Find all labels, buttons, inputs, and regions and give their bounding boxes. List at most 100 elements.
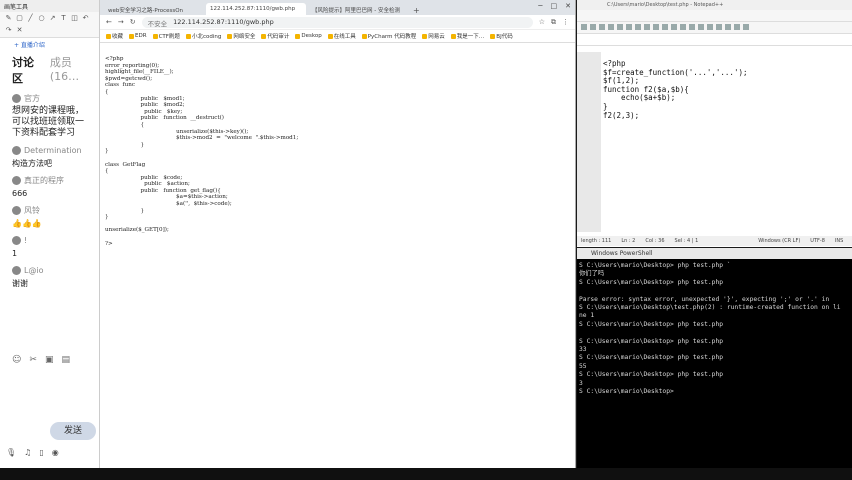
maximize-icon[interactable]: □ <box>551 2 558 10</box>
redo-icon[interactable] <box>671 24 677 30</box>
add-intro-link[interactable]: + 直播介绍 <box>0 38 99 50</box>
forward-icon[interactable]: → <box>118 18 124 26</box>
browser-tab[interactable]: 【风险提示】阿里巴巴网 - 安全检测 <box>308 3 408 15</box>
php-source-view: <?php error_reporting(0); highlight_file… <box>105 56 299 247</box>
new-tab-icon[interactable]: + <box>410 6 423 15</box>
file-icon[interactable]: ▤ <box>61 355 70 365</box>
insecure-label: 不安全 <box>147 19 168 28</box>
status-line: Ln : 2 <box>621 238 636 244</box>
tab-members[interactable]: 成员(16… <box>50 54 87 86</box>
bookmark-item[interactable]: 网络安全 <box>227 31 255 41</box>
open-file-icon[interactable] <box>590 24 596 30</box>
replace-icon[interactable] <box>689 24 695 30</box>
redo-icon[interactable]: ↷ <box>4 26 13 35</box>
notepad-window: C:\Users\mario\Desktop\test.php - Notepa… <box>577 0 852 247</box>
line-icon[interactable]: ╱ <box>26 14 35 23</box>
bookmark-item[interactable]: BJ代码 <box>490 31 513 41</box>
notepad-titlebar: C:\Users\mario\Desktop\test.php - Notepa… <box>577 0 852 10</box>
bookmark-item[interactable]: EDR <box>129 31 147 41</box>
send-button[interactable]: 发送 <box>50 422 96 440</box>
pen-icon[interactable]: ✎ <box>4 14 13 23</box>
powershell-titlebar: Windows PowerShell <box>577 248 852 259</box>
avatar <box>12 206 21 215</box>
save-all-icon[interactable] <box>608 24 614 30</box>
play-icon[interactable] <box>743 24 749 30</box>
chat-panel: 画笔工具 ✎ ▢ ╱ ○ ↗ T ◫ ↶ ↷ ✕ + 直播介绍 讨论区 成员(1… <box>0 0 100 468</box>
bookmark-item[interactable]: CTF刷题 <box>152 31 180 41</box>
extensions-icon[interactable]: ⧉ <box>551 18 556 27</box>
tab-discussion[interactable]: 讨论区 <box>12 54 36 86</box>
close-file-icon[interactable] <box>617 24 623 30</box>
copy-icon[interactable] <box>644 24 650 30</box>
status-sel: Sel : 4 | 1 <box>674 238 699 244</box>
text-icon[interactable]: T <box>59 14 68 23</box>
select-icon[interactable]: ▢ <box>15 14 24 23</box>
bookmark-item[interactable]: 网易云 <box>422 31 445 41</box>
address-bar[interactable]: 不安全 122.114.252.87:1110/gwb.php <box>141 16 533 28</box>
message-author: L@io <box>24 266 44 275</box>
bookmark-item[interactable]: 收藏 <box>106 31 123 41</box>
bookmark-item[interactable]: Deskop <box>295 31 322 41</box>
bookmark-item[interactable]: 在线工具 <box>327 31 356 41</box>
message-author: 风铃 <box>24 206 40 215</box>
line-gutter <box>577 52 601 232</box>
star-icon[interactable]: ☆ <box>539 18 545 26</box>
terminal-output: S C:\Users\mario\Desktop> php test.php `… <box>579 262 841 396</box>
menu-icon[interactable]: ⋮ <box>562 18 569 26</box>
notepad-filetab <box>577 34 852 46</box>
browser-tab[interactable]: web安全学习之路-ProcessOn <box>104 3 204 15</box>
undo-icon[interactable] <box>662 24 668 30</box>
arrow-icon[interactable]: ↗ <box>48 14 57 23</box>
eraser-icon[interactable]: ◫ <box>70 14 79 23</box>
record-icon[interactable] <box>734 24 740 30</box>
wrap-icon[interactable] <box>716 24 722 30</box>
chat-message: Determination 构造方法吧 <box>0 142 99 172</box>
scissors-icon[interactable]: ✂ <box>29 355 37 365</box>
notepad-statusbar: length : 111 Ln : 2 Col : 36 Sel : 4 | 1… <box>577 236 852 246</box>
paste-icon[interactable] <box>653 24 659 30</box>
message-text: 👍👍👍 <box>12 219 42 228</box>
message-text: 想网安的课程哦，可以找班班领取一下资料配套学习 <box>12 106 85 138</box>
zoom-in-icon[interactable] <box>698 24 704 30</box>
music-icon[interactable]: ♫ <box>24 448 31 457</box>
message-author: Determination <box>24 146 82 155</box>
emoji-icon[interactable]: ☺ <box>12 355 21 365</box>
bookmark-item[interactable]: 小北coding <box>185 31 221 41</box>
chat-message: 想网安的课程哦，可以找班班领取一下资料配套学习 <box>0 103 99 142</box>
image-icon[interactable]: ▣ <box>45 355 54 365</box>
browser-tab-active[interactable]: 122.114.252.87:1110/gwb.php <box>206 3 306 15</box>
save-icon[interactable] <box>599 24 605 30</box>
bookmark-item[interactable]: PyCharm 代码教程 <box>361 31 416 41</box>
cut-icon[interactable] <box>635 24 641 30</box>
zoom-out-icon[interactable] <box>707 24 713 30</box>
reload-icon[interactable]: ↻ <box>130 18 136 26</box>
url-text: 122.114.252.87:1110/gwb.php <box>173 17 274 26</box>
minimize-icon[interactable]: ─ <box>538 2 542 10</box>
doc-icon[interactable]: ▯ <box>39 448 43 457</box>
indent-icon[interactable] <box>725 24 731 30</box>
mic-icon[interactable]: 🎙 <box>6 448 16 457</box>
circle-icon[interactable]: ○ <box>37 14 46 23</box>
bookmark-item[interactable]: 我是一下… <box>450 31 484 41</box>
message-author: 官方 <box>24 94 40 103</box>
clear-icon[interactable]: ✕ <box>15 26 24 35</box>
undo-icon[interactable]: ↶ <box>81 14 90 23</box>
powershell-window[interactable]: Windows PowerShell S C:\Users\mario\Desk… <box>577 248 852 468</box>
find-icon[interactable] <box>680 24 686 30</box>
location-icon[interactable]: ◉ <box>52 448 59 457</box>
code-editor[interactable]: <?php $f=create_function('...','...'); $… <box>577 52 845 232</box>
chat-message: 真正的程序 666 <box>0 172 99 202</box>
chat-message: L@io 谢谢 <box>0 262 99 292</box>
chat-message: 风铃 👍👍👍 <box>0 202 99 232</box>
close-icon[interactable]: ✕ <box>565 2 571 10</box>
chat-input-tools: ☺ ✂ ▣ ▤ <box>0 355 100 365</box>
avatar <box>12 266 21 275</box>
code-text: <?php $f=create_function('...','...'); $… <box>603 59 748 120</box>
status-mode: INS <box>834 238 844 244</box>
new-file-icon[interactable] <box>581 24 587 30</box>
back-icon[interactable]: ← <box>106 18 112 26</box>
message-text: 构造方法吧 <box>12 159 52 168</box>
browser-window: web安全学习之路-ProcessOn 122.114.252.87:1110/… <box>100 0 576 468</box>
print-icon[interactable] <box>626 24 632 30</box>
bookmark-item[interactable]: 代码审计 <box>261 31 289 41</box>
